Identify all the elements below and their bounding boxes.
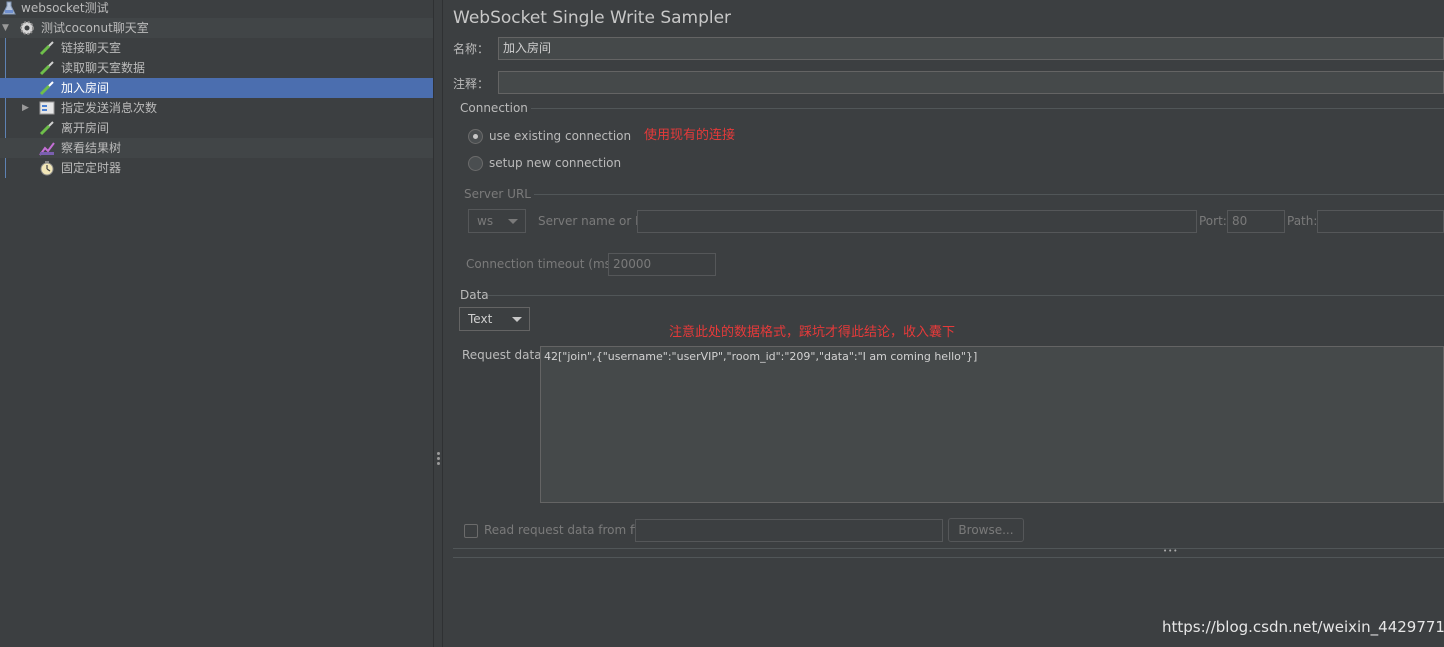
tree-item-label: 加入房间	[61, 81, 110, 95]
sampler-config-panel: WebSocket Single Write Sampler 名称： 加入房间 …	[443, 0, 1444, 647]
read-from-file-label: Read request data from file:	[484, 523, 653, 537]
chevron-down-icon	[512, 317, 522, 322]
tree-item-label: 察看结果树	[61, 141, 122, 155]
data-format-annotation: 注意此处的数据格式，踩坑才得此结论，收入囊下	[669, 325, 956, 340]
protocol-select[interactable]: ws	[468, 209, 526, 233]
loop-controller-icon	[39, 100, 55, 116]
pipette-icon	[39, 60, 55, 76]
tree-item-sampler-read[interactable]: 读取聊天室数据	[0, 58, 433, 78]
splitter-grip-dot	[437, 457, 440, 460]
comment-label: 注释：	[453, 77, 490, 91]
test-plan-tree: websocket测试 ▼ 测试coconut聊天室 链接聊天室 读取聊天室数据…	[0, 0, 433, 647]
splitter-grip-dot	[437, 462, 440, 465]
path-input[interactable]	[1317, 210, 1444, 233]
name-input[interactable]: 加入房间	[498, 37, 1444, 60]
request-data-textarea[interactable]: 42["join",{"username":"userVIP","room_id…	[540, 346, 1444, 503]
pipette-icon	[39, 120, 55, 136]
splitter-grip-dot	[437, 452, 440, 455]
pipette-icon	[39, 80, 55, 96]
flask-icon	[1, 0, 17, 16]
stopwatch-icon	[39, 160, 55, 176]
page-title: WebSocket Single Write Sampler	[453, 8, 732, 28]
setup-new-connection-radio[interactable]	[468, 156, 483, 171]
use-existing-connection-label[interactable]: use existing connection	[489, 129, 631, 143]
tree-item-loop-controller[interactable]: ▶ 指定发送消息次数	[0, 98, 433, 118]
comment-input[interactable]	[498, 71, 1444, 94]
tree-item-label: 指定发送消息次数	[61, 101, 158, 115]
protocol-select-value: ws	[477, 214, 494, 228]
bottom-separator-top	[453, 548, 1444, 549]
tree-item-test-plan[interactable]: websocket测试	[0, 0, 433, 18]
panel-splitter[interactable]	[433, 0, 443, 647]
data-type-select-value: Text	[468, 312, 493, 326]
tree-item-label: 测试coconut聊天室	[41, 21, 149, 35]
connection-separator	[531, 108, 1444, 109]
data-separator	[488, 295, 1444, 296]
connection-timeout-label: Connection timeout (ms):	[466, 257, 620, 271]
pipette-icon	[39, 40, 55, 56]
server-url-separator	[534, 194, 1444, 195]
data-section-title: Data	[460, 288, 489, 302]
tree-item-sampler-leave-room[interactable]: 离开房间	[0, 118, 433, 138]
server-host-input[interactable]	[637, 210, 1197, 233]
gear-icon	[19, 20, 35, 36]
bottom-separator-bottom	[453, 557, 1444, 558]
tree-item-label: 离开房间	[61, 121, 110, 135]
browse-button[interactable]: Browse...	[948, 518, 1024, 542]
chevron-down-icon[interactable]: ▼	[2, 18, 9, 38]
tree-item-thread-group[interactable]: ▼ 测试coconut聊天室	[0, 18, 433, 38]
name-label: 名称：	[453, 42, 490, 56]
tree-item-label: 链接聊天室	[61, 41, 122, 55]
server-host-label: Server name or IP:	[538, 214, 650, 228]
chart-icon	[39, 140, 55, 156]
chevron-right-icon[interactable]: ▶	[22, 98, 29, 118]
tree-item-sampler-connect[interactable]: 链接聊天室	[0, 38, 433, 58]
radio-selected-dot	[473, 134, 478, 139]
request-data-label: Request data:	[462, 348, 546, 362]
tree-item-timer[interactable]: 固定定时器	[0, 158, 433, 178]
connection-section-title: Connection	[460, 101, 528, 115]
tree-item-results-tree[interactable]: 察看结果树	[0, 138, 433, 158]
server-url-section-title: Server URL	[464, 187, 531, 201]
port-label: Port:	[1199, 214, 1227, 228]
setup-new-connection-label[interactable]: setup new connection	[489, 156, 621, 170]
connection-timeout-input[interactable]: 20000	[608, 253, 716, 276]
watermark-text: https://blog.csdn.net/weixin_44297716	[1162, 618, 1444, 636]
use-existing-connection-radio[interactable]	[468, 129, 483, 144]
path-label: Path:	[1287, 214, 1318, 228]
resize-handle-dots[interactable]: •••	[1163, 547, 1178, 555]
request-file-input[interactable]	[635, 519, 943, 542]
data-type-select[interactable]: Text	[459, 307, 530, 331]
chevron-down-icon	[508, 219, 518, 224]
tree-item-label: websocket测试	[21, 1, 109, 15]
connection-annotation: 使用现有的连接	[644, 128, 736, 143]
read-from-file-checkbox[interactable]	[464, 524, 478, 538]
tree-item-sampler-join-room[interactable]: 加入房间	[0, 78, 433, 98]
port-input[interactable]: 80	[1227, 210, 1285, 233]
tree-item-label: 读取聊天室数据	[61, 61, 146, 75]
tree-item-label: 固定定时器	[61, 161, 122, 175]
